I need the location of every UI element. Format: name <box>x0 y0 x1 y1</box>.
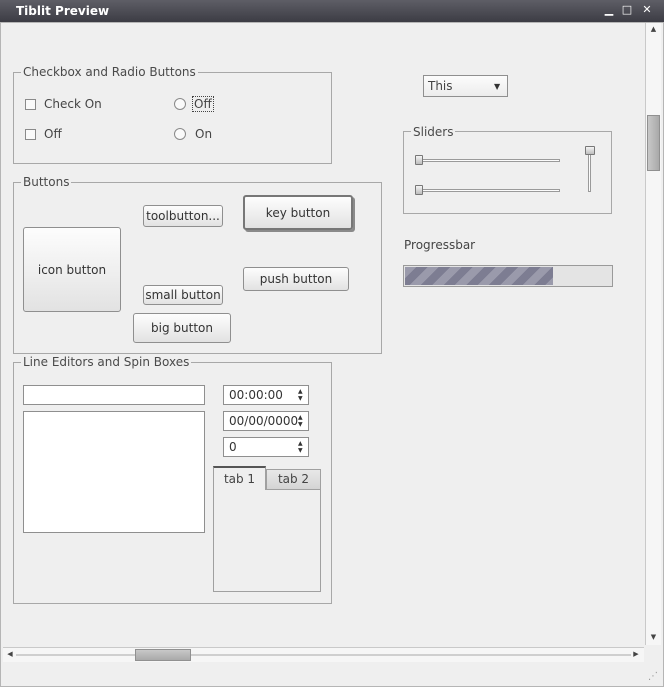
big-button[interactable]: big button <box>133 313 231 343</box>
push-button[interactable]: push button <box>243 267 349 291</box>
checkbox-radio-group-title: Checkbox and Radio Buttons <box>21 65 198 79</box>
text-edit[interactable] <box>23 411 205 533</box>
key-button[interactable]: key button <box>243 195 353 230</box>
spin-arrows-icon[interactable]: ▲ ▼ <box>298 388 305 402</box>
line-edit[interactable] <box>23 385 205 405</box>
time-value: 00:00:00 <box>229 388 283 402</box>
horizontal-scrollbar[interactable]: ◀ ▶ <box>3 647 644 662</box>
minimize-icon[interactable]: ▁ <box>603 4 615 16</box>
slider-track-1 <box>415 159 560 162</box>
vertical-scrollbar[interactable]: ▲ ▼ <box>645 23 661 645</box>
close-icon[interactable]: ✕ <box>641 4 653 16</box>
horizontal-scroll-thumb[interactable] <box>135 649 191 661</box>
slider-handle-2[interactable] <box>415 185 423 195</box>
resize-grip-icon[interactable]: ⋰ <box>648 671 658 682</box>
vertical-slider-handle[interactable] <box>585 146 595 155</box>
tab-2[interactable]: tab 2 <box>266 469 321 490</box>
date-value: 00/00/0000 <box>229 414 299 428</box>
progressbar-label: Progressbar <box>404 238 476 252</box>
scroll-right-icon[interactable]: ▶ <box>631 650 641 658</box>
horizontal-scroll-track <box>16 654 631 656</box>
icon-button[interactable]: icon button <box>23 227 121 312</box>
combo-box[interactable]: This ▼ <box>423 75 508 97</box>
tab-1[interactable]: tab 1 <box>213 466 266 490</box>
chevron-down-icon: ▼ <box>494 82 501 91</box>
check-on-label: Check On <box>44 97 102 111</box>
sliders-group-title: Sliders <box>411 125 456 139</box>
checkbox-radio-group <box>13 72 332 164</box>
combo-value: This <box>428 79 453 93</box>
maximize-icon[interactable]: □ <box>621 4 633 16</box>
progress-bar <box>403 265 613 287</box>
date-spinbox[interactable]: 00/00/0000 ▲ ▼ <box>223 411 309 431</box>
sliders-group <box>403 131 612 214</box>
slider-track-2 <box>415 189 560 192</box>
vertical-scroll-thumb[interactable] <box>647 115 660 171</box>
off-checkbox[interactable] <box>25 129 36 140</box>
spin-arrows-icon[interactable]: ▲ ▼ <box>298 414 305 428</box>
small-button[interactable]: small button <box>143 285 223 305</box>
off-radio[interactable] <box>174 98 186 110</box>
scroll-down-icon[interactable]: ▼ <box>648 633 659 641</box>
toolbutton-button[interactable]: toolbutton... <box>143 205 223 227</box>
off-checkbox-label: Off <box>44 127 62 141</box>
number-spinbox[interactable]: 0 ▲ ▼ <box>223 437 309 457</box>
slider-handle-1[interactable] <box>415 155 423 165</box>
on-radio[interactable] <box>174 128 186 140</box>
number-value: 0 <box>229 440 237 454</box>
spin-arrows-icon[interactable]: ▲ ▼ <box>298 440 305 454</box>
progress-fill <box>405 267 553 285</box>
buttons-group-title: Buttons <box>21 175 72 189</box>
window-title: Tiblit Preview <box>16 4 110 18</box>
scroll-left-icon[interactable]: ◀ <box>5 650 15 658</box>
tab-panel <box>213 488 321 592</box>
off-radio-label: Off <box>192 96 214 112</box>
on-radio-label: On <box>195 127 213 141</box>
editors-group-title: Line Editors and Spin Boxes <box>21 355 192 369</box>
check-on-checkbox[interactable] <box>25 99 36 110</box>
title-bar[interactable]: Tiblit Preview ▁ □ ✕ <box>0 0 664 23</box>
time-spinbox[interactable]: 00:00:00 ▲ ▼ <box>223 385 309 405</box>
scroll-up-icon[interactable]: ▲ <box>648 25 659 33</box>
